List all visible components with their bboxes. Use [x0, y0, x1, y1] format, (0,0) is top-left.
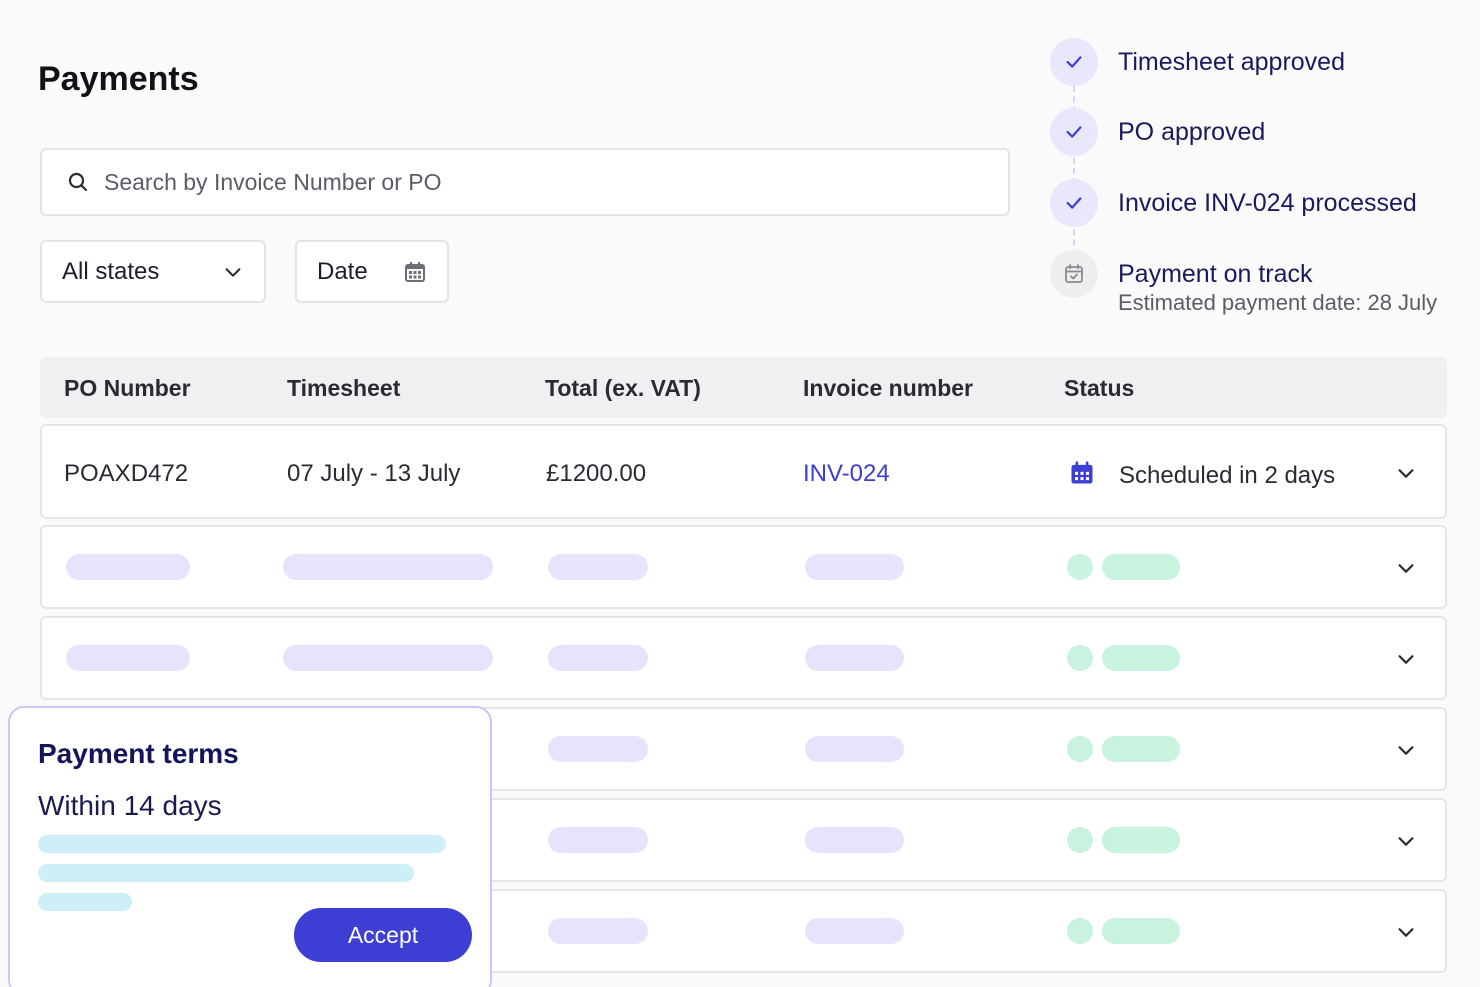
timeline-step-invoice: Invoice INV-024 processed — [1050, 179, 1417, 227]
skeleton-pill — [548, 918, 648, 944]
skeleton-pill — [283, 554, 493, 580]
skeleton-status-dot — [1067, 645, 1093, 671]
skeleton-pill — [805, 645, 904, 671]
skeleton-pill — [805, 827, 904, 853]
skeleton-pill — [805, 918, 904, 944]
accept-button[interactable]: Accept — [294, 908, 472, 962]
total-cell: £1200.00 — [546, 460, 647, 487]
column-header-total: Total (ex. VAT) — [545, 375, 701, 401]
skeleton-status-pill — [1102, 645, 1180, 671]
skeleton-status-pill — [1102, 827, 1180, 853]
search-icon — [68, 172, 88, 192]
chevron-down-icon[interactable] — [1395, 739, 1417, 761]
timeline-step-payment: Payment on track Estimated payment date:… — [1050, 250, 1437, 316]
calendar-icon — [1071, 461, 1093, 484]
skeleton-pill — [66, 554, 190, 580]
page-title: Payments — [38, 60, 199, 98]
skeleton-pill — [805, 736, 904, 762]
search-input[interactable] — [104, 168, 964, 196]
skeleton-status-pill — [1102, 736, 1180, 762]
state-filter-value: All states — [62, 257, 160, 285]
table-header: PO Number Timesheet Total (ex. VAT) Invo… — [40, 357, 1447, 418]
check-icon — [1050, 179, 1098, 227]
check-icon — [1050, 108, 1098, 156]
invoice-link[interactable]: INV-024 — [803, 460, 890, 488]
status-text: Scheduled in 2 days — [1119, 462, 1336, 489]
skeleton-status-dot — [1067, 827, 1093, 853]
skeleton-pill — [548, 554, 648, 580]
skeleton-pill — [548, 645, 648, 671]
skeleton-pill — [66, 645, 190, 671]
skeleton-pill — [548, 827, 648, 853]
table-row[interactable]: POAXD472 07 July - 13 July £1200.00 INV-… — [40, 424, 1447, 519]
skeleton-status-pill — [1102, 918, 1180, 944]
calendar-check-icon — [1050, 250, 1098, 298]
chevron-down-icon[interactable] — [1395, 462, 1417, 484]
timeline-step-label: Invoice INV-024 processed — [1118, 189, 1417, 217]
table-row-skeleton — [40, 616, 1447, 700]
timeline-step-label: PO approved — [1118, 118, 1266, 146]
chevron-down-icon[interactable] — [1395, 830, 1417, 852]
skeleton-pill — [805, 554, 904, 580]
skeleton-pill — [283, 645, 493, 671]
state-filter-select[interactable]: All states — [40, 240, 266, 303]
calendar-icon — [405, 261, 425, 282]
payment-terms-value: Within 14 days — [38, 790, 222, 821]
estimated-payment-date: Estimated payment date: 28 July — [1118, 290, 1438, 315]
payment-terms-title: Payment terms — [38, 738, 239, 769]
date-filter[interactable]: Date — [295, 240, 449, 303]
chevron-down-icon[interactable] — [1395, 921, 1417, 943]
skeleton-text-line — [38, 893, 132, 911]
column-header-status: Status — [1064, 375, 1135, 401]
po-number-cell: POAXD472 — [64, 460, 189, 487]
skeleton-status-dot — [1067, 736, 1093, 762]
timeline-step-label: Timesheet approved — [1118, 48, 1345, 76]
skeleton-text-line — [38, 864, 414, 882]
column-header-invoice: Invoice number — [803, 375, 973, 401]
skeleton-pill — [548, 736, 648, 762]
column-header-po: PO Number — [64, 375, 191, 401]
skeleton-status-dot — [1067, 554, 1093, 580]
search-bar[interactable] — [40, 148, 1010, 216]
chevron-down-icon[interactable] — [1395, 648, 1417, 670]
check-icon — [1050, 38, 1098, 86]
timeline-step-po: PO approved — [1050, 108, 1265, 156]
timeline-step-timesheet: Timesheet approved — [1050, 38, 1345, 86]
skeleton-status-pill — [1102, 554, 1180, 580]
chevron-down-icon[interactable] — [1395, 557, 1417, 579]
timesheet-cell: 07 July - 13 July — [287, 460, 461, 487]
date-filter-label: Date — [317, 257, 368, 285]
skeleton-text-line — [38, 835, 446, 853]
column-header-timesheet: Timesheet — [287, 375, 401, 401]
chevron-down-icon — [225, 267, 241, 277]
skeleton-status-dot — [1067, 918, 1093, 944]
payment-terms-card: Payment terms Within 14 days Accept — [8, 706, 492, 987]
table-row-skeleton — [40, 525, 1447, 609]
